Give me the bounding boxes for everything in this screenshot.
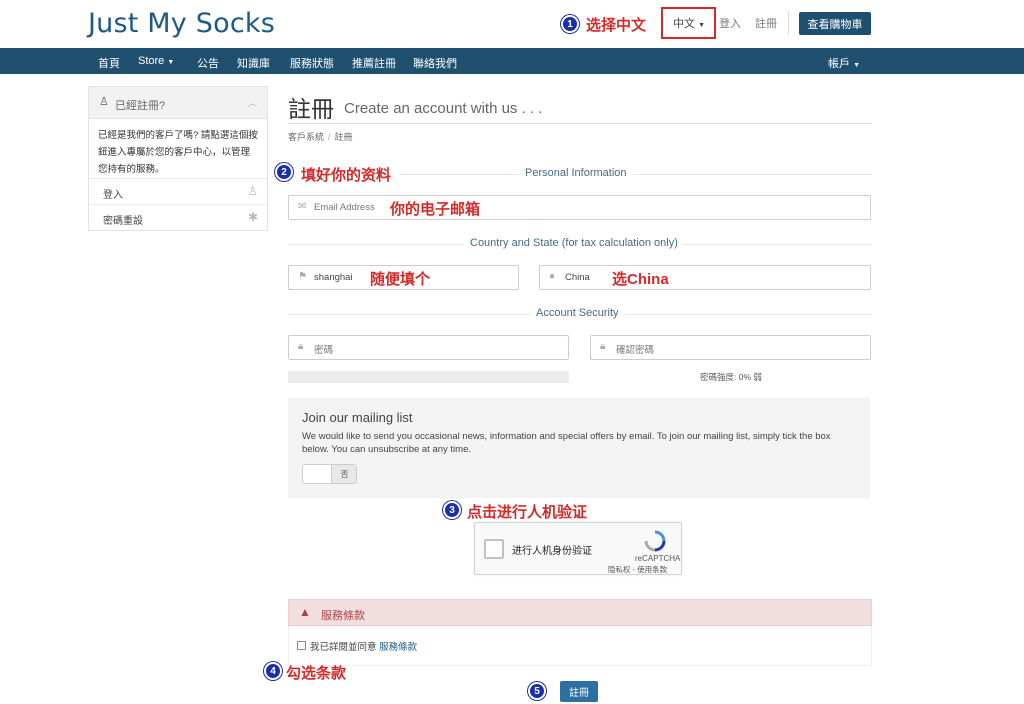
password-placeholder: 密碼 (314, 345, 334, 356)
email-placeholder: Email Address (314, 202, 375, 213)
step-marker-4: 4 (264, 662, 282, 680)
terms-alert-header: ▲ 服務條款 (288, 599, 872, 626)
terms-link[interactable]: 服務條款 (379, 642, 417, 653)
terms-body: 我已詳閱並同意 服務條款 (288, 626, 872, 666)
recaptcha-widget: 进行人机身份验证 reCAPTCHA 隐私权 - 使用条款 (474, 522, 682, 575)
personal-info-heading: Personal Information (519, 167, 633, 179)
caret-down-icon: ▼ (853, 62, 860, 69)
recaptcha-brand: reCAPTCHA (635, 554, 681, 563)
toggle-label: 否 (331, 465, 356, 483)
asterisk-icon: ✱ (247, 210, 258, 224)
caret-down-icon: ▼ (167, 59, 175, 66)
view-cart-button[interactable]: 查看購物車 (799, 12, 871, 35)
confirm-password-field[interactable]: 🔒︎ 確認密碼 (590, 335, 871, 360)
recaptcha-links[interactable]: 隐私权 - 使用条款 (608, 564, 667, 575)
brand-logo[interactable]: Just My Socks (88, 8, 275, 39)
email-field[interactable]: ✉ Email Address (288, 195, 871, 220)
warning-icon: ▲ (299, 605, 311, 619)
nav-item-contact[interactable]: 聯絡我們 (413, 55, 457, 71)
account-security-heading: Account Security (530, 307, 625, 319)
recaptcha-logo-icon (644, 530, 666, 552)
step-marker-5: 5 (528, 682, 546, 700)
mailing-list-panel: Join our mailing list We would like to s… (288, 398, 870, 498)
page-root: Just My Socks 1 选择中文 中文 ▼ 登入 註冊 查看購物車 首頁… (0, 0, 1024, 704)
annotation-step2: 填好你的资料 (301, 167, 392, 184)
breadcrumb: 客戶系統 / 註冊 (288, 130, 353, 143)
header-divider (788, 10, 789, 35)
state-value: shanghai (314, 272, 353, 283)
sidebar-item-password-reset[interactable]: 密碼重設 ✱ (89, 204, 267, 230)
register-submit-button[interactable]: 註冊 (560, 681, 598, 702)
mailing-list-toggle[interactable]: 否 (302, 464, 357, 484)
sidebar-item-label: 登入 (103, 190, 123, 201)
login-link[interactable]: 登入 (719, 15, 741, 31)
mailing-list-description: We would like to send you occasional new… (302, 431, 831, 455)
step-marker-3: 3 (443, 501, 461, 519)
language-dropdown[interactable]: 中文 ▼ (673, 15, 705, 31)
language-label: 中文 (673, 18, 695, 30)
sidebar-panel: ♙ 已經註冊? ︿ 已經是我們的客戶了嗎? 請點選這個按鈕進入專屬於您的客戶中心… (88, 86, 268, 231)
nav-store-label: Store (138, 55, 165, 67)
sidebar-description: 已經是我們的客戶了嗎? 請點選這個按鈕進入專屬於您的客戶中心，以管理您持有的服務… (98, 130, 258, 175)
caret-down-icon: ▼ (698, 22, 705, 29)
title-divider (288, 123, 872, 124)
sidebar-item-label: 密碼重設 (103, 216, 143, 227)
recaptcha-checkbox[interactable] (484, 539, 504, 559)
country-value: China (565, 272, 590, 283)
sidebar-item-login[interactable]: 登入 ♙ (89, 178, 267, 204)
step-marker-2: 2 (275, 163, 293, 181)
user-icon: ♙ (99, 96, 109, 108)
nav-item-store[interactable]: Store ▼ (138, 55, 174, 67)
annotation-email: 你的电子邮箱 (390, 201, 481, 218)
annotation-city: 随便填个 (370, 271, 431, 288)
sidebar-header[interactable]: ♙ 已經註冊? ︿ (89, 87, 267, 119)
password-field[interactable]: 🔒︎ 密碼 (288, 335, 569, 360)
terms-title: 服務條款 (321, 610, 365, 622)
breadcrumb-client-area[interactable]: 客戶系統 (288, 132, 324, 142)
user-icon: ♙ (247, 184, 258, 198)
chevron-up-icon: ︿ (247, 98, 257, 108)
signpost-icon: ⚑ (298, 271, 307, 282)
recaptcha-label: 进行人机身份验证 (512, 546, 592, 557)
mailing-list-title: Join our mailing list (302, 410, 413, 425)
nav-item-home[interactable]: 首頁 (98, 55, 120, 71)
register-link[interactable]: 註冊 (755, 15, 777, 31)
nav-item-account[interactable]: 帳戶 ▼ (828, 55, 860, 71)
lock-icon: 🔒︎ (298, 341, 304, 352)
breadcrumb-separator: / (328, 132, 331, 142)
section-divider (400, 174, 872, 175)
sidebar-title: 已經註冊? (115, 100, 166, 112)
globe-icon: ● (549, 271, 556, 282)
annotation-step3: 点击进行人机验证 (467, 504, 588, 521)
lock-icon: 🔒︎ (600, 341, 606, 352)
confirm-password-placeholder: 確認密碼 (616, 345, 655, 356)
annotation-step4: 勾选条款 (286, 665, 347, 682)
step-marker-1: 1 (561, 15, 579, 33)
country-state-heading: Country and State (for tax calculation o… (464, 237, 684, 249)
nav-account-label: 帳戶 (828, 58, 850, 70)
breadcrumb-register: 註冊 (334, 132, 353, 142)
terms-agree-text: 我已詳閱並同意 (310, 642, 377, 653)
annotation-country: 选China (612, 271, 669, 288)
password-strength-text: 密碼強度: 0% 弱 (700, 372, 762, 382)
nav-item-knowledgebase[interactable]: 知識庫 (237, 55, 270, 71)
main-navbar: 首頁 Store ▼ 公告 知識庫 服務狀態 推薦註冊 聯絡我們 帳戶 ▼ (0, 48, 1024, 74)
terms-checkbox-label: 我已詳閱並同意 服務條款 (310, 639, 417, 653)
nav-item-status[interactable]: 服務狀態 (290, 55, 334, 71)
terms-checkbox[interactable] (297, 641, 306, 650)
page-subtitle: Create an account with us . . . (344, 100, 543, 117)
annotation-step1: 选择中文 (586, 17, 647, 34)
envelope-icon: ✉ (298, 201, 307, 212)
nav-item-affiliates[interactable]: 推薦註冊 (352, 55, 396, 71)
nav-item-announcements[interactable]: 公告 (197, 55, 219, 71)
page-title: 註冊 (288, 96, 334, 122)
country-select[interactable]: ● China (539, 265, 871, 290)
password-strength-bar (288, 371, 569, 383)
